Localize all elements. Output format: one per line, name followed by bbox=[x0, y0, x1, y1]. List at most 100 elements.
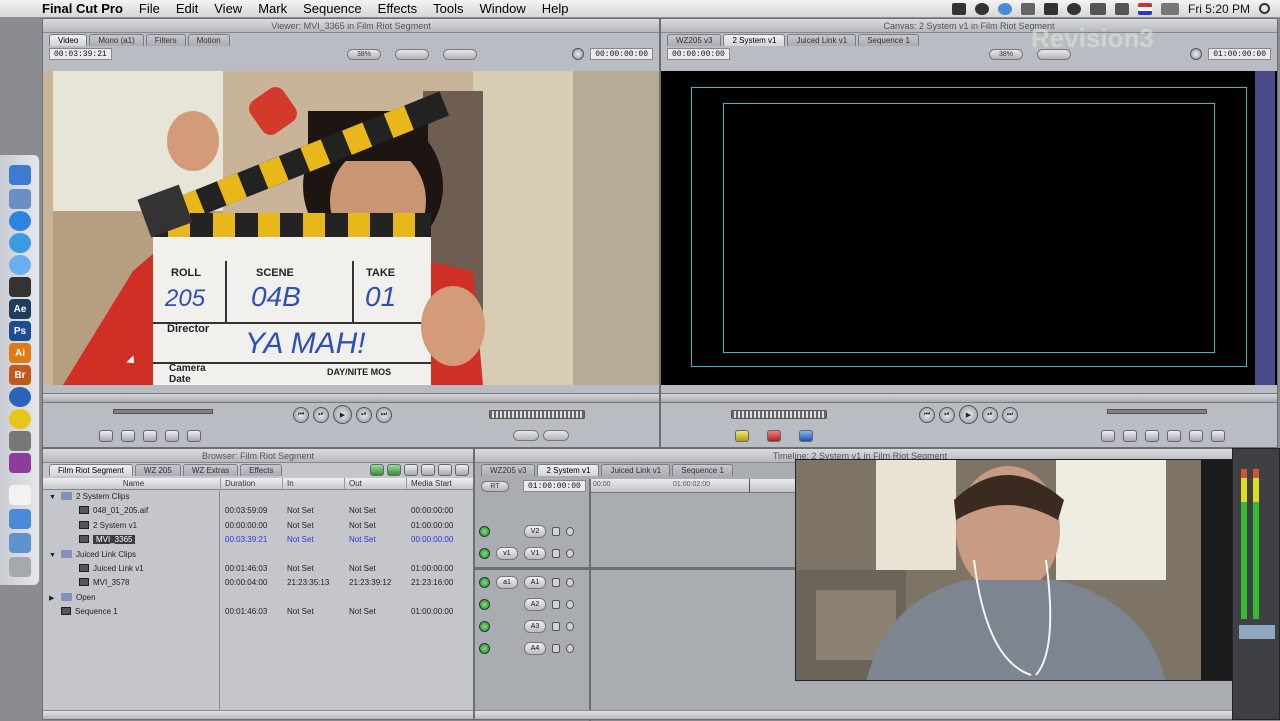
viewer-display-popup[interactable] bbox=[443, 48, 477, 60]
menu-window[interactable]: Window bbox=[472, 0, 534, 18]
canvas-play-button[interactable]: ▶ bbox=[959, 405, 978, 424]
viewer-recent-clips-popup[interactable] bbox=[513, 430, 539, 441]
canvas-current-timecode[interactable]: 01:00:00:00 bbox=[1208, 48, 1271, 60]
track-v2-dest[interactable]: V2 bbox=[524, 524, 546, 538]
disclosure-triangle-icon[interactable]: ▶ bbox=[49, 592, 61, 605]
finder-icon[interactable] bbox=[9, 165, 31, 185]
track-a2[interactable]: A2 bbox=[475, 594, 589, 614]
track-a3[interactable]: A3 bbox=[475, 616, 589, 636]
browser-options-icon[interactable] bbox=[455, 464, 469, 476]
menu-edit[interactable]: Edit bbox=[168, 0, 206, 18]
track-v1-source[interactable]: v1 bbox=[496, 546, 518, 560]
track-a1-audible-icon[interactable] bbox=[479, 576, 490, 588]
documents-icon[interactable] bbox=[9, 485, 31, 505]
track-v2-autoselect-icon[interactable] bbox=[566, 526, 574, 536]
browser-row[interactable]: ▼ Juiced Link Clips bbox=[43, 548, 473, 562]
canvas-match-frame-button[interactable] bbox=[1101, 430, 1115, 442]
viewer-view-popup[interactable] bbox=[395, 48, 429, 60]
track-a1[interactable]: a1 A1 bbox=[475, 572, 589, 592]
viewer-jog-wheel[interactable] bbox=[489, 410, 585, 419]
menu-file[interactable]: File bbox=[131, 0, 168, 18]
timeline-tab-wz205[interactable]: WZ205 v3 bbox=[481, 464, 536, 476]
column-name[interactable]: Name bbox=[43, 478, 221, 489]
menu-mark[interactable]: Mark bbox=[250, 0, 295, 18]
canvas-tab-wz205[interactable]: WZ205 v3 bbox=[667, 34, 722, 46]
bluetooth-icon[interactable] bbox=[1020, 2, 1035, 15]
camera-icon[interactable] bbox=[951, 2, 966, 15]
clock[interactable]: Fri 5:20 PM bbox=[1188, 2, 1250, 16]
track-a2-autoselect-icon[interactable] bbox=[566, 599, 574, 609]
timeline-tab-2system[interactable]: 2 System v1 bbox=[537, 464, 600, 476]
track-a4-dest[interactable]: A4 bbox=[524, 641, 546, 655]
viewer-mark-out-button[interactable] bbox=[143, 430, 157, 442]
timeline-current-timecode[interactable]: 01:00:00:00 bbox=[523, 480, 586, 492]
spaces-icon[interactable] bbox=[1043, 2, 1058, 15]
canvas-play-around-button[interactable]: ⏯ bbox=[982, 406, 998, 423]
disclosure-triangle-icon[interactable]: ▼ bbox=[49, 491, 61, 504]
track-a2-lock-icon[interactable] bbox=[552, 599, 560, 609]
menu-help[interactable]: Help bbox=[534, 0, 577, 18]
canvas-mark-in-button[interactable] bbox=[1123, 430, 1137, 442]
battery-icon[interactable] bbox=[1160, 2, 1179, 15]
app-menu[interactable]: Final Cut Pro bbox=[34, 0, 131, 18]
canvas-duration-timecode[interactable]: 00:00:00:00 bbox=[667, 48, 730, 60]
track-v1[interactable]: v1 V1 bbox=[475, 543, 589, 563]
canvas-add-marker-button[interactable] bbox=[1167, 430, 1181, 442]
track-v1-autoselect-icon[interactable] bbox=[566, 548, 574, 558]
column-duration[interactable]: Duration bbox=[221, 478, 283, 489]
skype-icon[interactable] bbox=[974, 2, 989, 15]
viewer-tab-motion[interactable]: Motion bbox=[187, 34, 230, 46]
track-a1-autoselect-icon[interactable] bbox=[566, 577, 574, 587]
browser-tab-wz-extras[interactable]: WZ Extras bbox=[182, 464, 239, 476]
track-a4-lock-icon[interactable] bbox=[552, 643, 560, 653]
browser-large-icon-view-icon[interactable] bbox=[421, 464, 435, 476]
illustrator-icon[interactable]: Ai bbox=[9, 343, 31, 363]
browser-tab-wz205[interactable]: WZ 205 bbox=[134, 464, 181, 476]
canvas-mark-out-button[interactable] bbox=[1145, 430, 1159, 442]
browser-view-icon[interactable] bbox=[370, 464, 384, 476]
track-v2-lock-icon[interactable] bbox=[552, 526, 560, 536]
menu-tools[interactable]: Tools bbox=[425, 0, 471, 18]
viewer-current-timecode[interactable]: 00:00:00:00 bbox=[590, 48, 653, 60]
viewer-tab-audio[interactable]: Mono (a1) bbox=[89, 34, 144, 46]
viewer-match-frame-button[interactable] bbox=[99, 430, 113, 442]
menu-effects[interactable]: Effects bbox=[370, 0, 426, 18]
canvas-tab-juiced[interactable]: Juiced Link v1 bbox=[787, 34, 857, 46]
overwrite-edit-button[interactable] bbox=[767, 430, 781, 442]
replace-edit-button[interactable] bbox=[799, 430, 813, 442]
track-v1-dest[interactable]: V1 bbox=[524, 546, 546, 560]
track-v2[interactable]: V2 bbox=[475, 521, 589, 541]
viewer-play-around-button[interactable]: ⏯ bbox=[356, 406, 372, 423]
browser-text-size-icon[interactable] bbox=[438, 464, 452, 476]
browser-row[interactable]: 048_01_205.aif 00:03:59:09 Not Set Not Set 0… bbox=[43, 504, 473, 518]
viewer-playhead-sync-icon[interactable] bbox=[572, 48, 585, 60]
track-a3-audible-icon[interactable] bbox=[479, 620, 490, 632]
column-out[interactable]: Out bbox=[345, 478, 407, 489]
canvas-zoom-popup[interactable]: 38% bbox=[989, 48, 1023, 60]
viewer-mark-in-button[interactable] bbox=[121, 430, 135, 442]
time-machine-icon[interactable] bbox=[1066, 2, 1081, 15]
viewer-tab-video[interactable]: Video bbox=[49, 34, 88, 46]
downloads-folder-icon[interactable] bbox=[9, 509, 31, 529]
viewer-play-in-out-button[interactable]: ⏯ bbox=[313, 406, 329, 423]
column-media-start[interactable]: Media Start bbox=[407, 478, 473, 489]
canvas-go-prev-edit-button[interactable]: ⏮ bbox=[919, 406, 935, 423]
menu-sequence[interactable]: Sequence bbox=[295, 0, 370, 18]
browser-tab-effects[interactable]: Effects bbox=[240, 464, 283, 476]
viewer-tab-filters[interactable]: Filters bbox=[145, 34, 186, 46]
canvas-scrubber-bar[interactable] bbox=[661, 393, 1277, 403]
canvas-shuttle-slider[interactable] bbox=[1107, 409, 1207, 414]
preview-icon[interactable] bbox=[9, 189, 31, 209]
browser-horizontal-scrollbar[interactable] bbox=[43, 710, 473, 719]
browser-row[interactable]: MVI_3578 00:00:04:00 21:23:35:13 21:23:39:1… bbox=[43, 576, 473, 590]
viewer-go-next-edit-button[interactable]: ⏭ bbox=[376, 406, 392, 423]
bridge-icon[interactable]: Br bbox=[9, 365, 31, 385]
track-a3-lock-icon[interactable] bbox=[552, 621, 560, 631]
track-a2-audible-icon[interactable] bbox=[479, 598, 490, 610]
viewer-generator-popup[interactable] bbox=[543, 430, 569, 441]
viewer-scrubber-bar[interactable] bbox=[43, 393, 659, 403]
track-v1-lock-icon[interactable] bbox=[552, 548, 560, 558]
track-a1-dest[interactable]: A1 bbox=[524, 575, 546, 589]
disclosure-triangle-icon[interactable]: ▼ bbox=[49, 549, 61, 562]
track-a3-autoselect-icon[interactable] bbox=[566, 621, 574, 631]
